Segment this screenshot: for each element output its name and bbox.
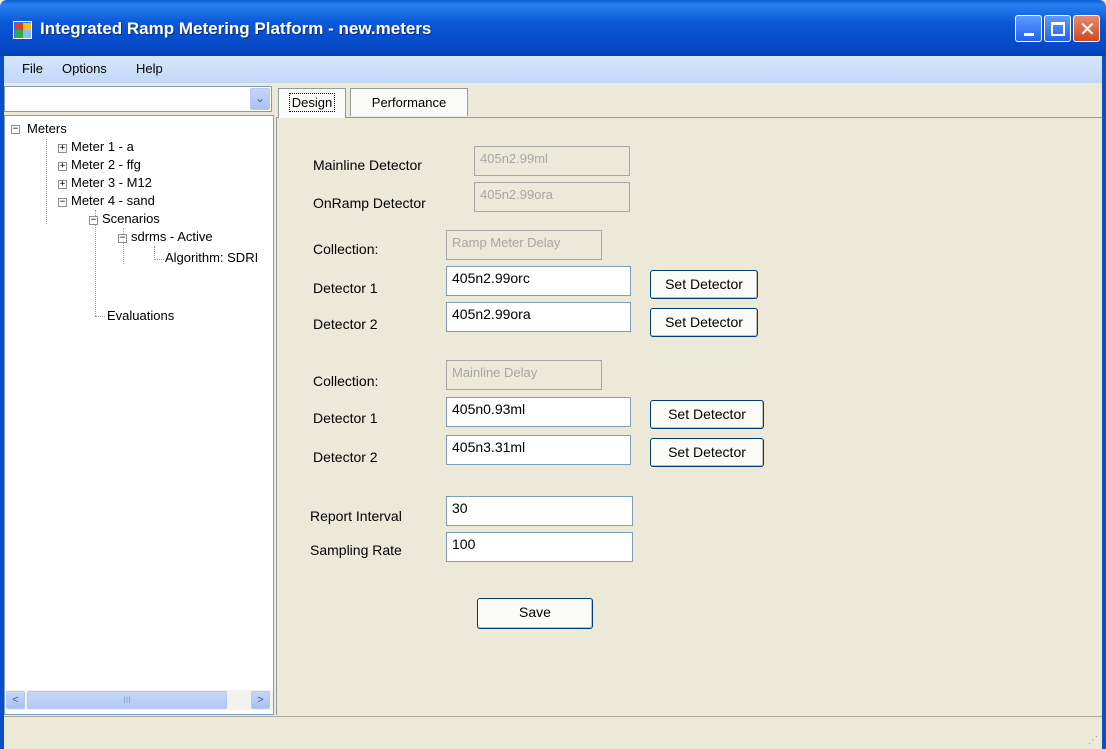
sampling-rate-input[interactable]: 100 bbox=[446, 532, 633, 562]
expand-icon[interactable]: + bbox=[58, 162, 67, 171]
menu-file[interactable]: File bbox=[22, 61, 43, 76]
tab-performance[interactable]: Performance bbox=[350, 88, 468, 116]
tree-node-scenario[interactable]: sdrms - Active bbox=[131, 229, 213, 244]
menu-options[interactable]: Options bbox=[62, 61, 107, 76]
expand-icon[interactable]: + bbox=[58, 144, 67, 153]
save-button[interactable]: Save bbox=[477, 598, 593, 629]
maximize-icon bbox=[1051, 22, 1065, 36]
sampling-rate-label: Sampling Rate bbox=[310, 542, 402, 558]
menu-bar: File Options Help bbox=[0, 56, 1106, 83]
collection-field: Mainline Delay bbox=[446, 360, 602, 390]
maximize-button[interactable] bbox=[1044, 15, 1071, 42]
tree-line bbox=[95, 210, 96, 316]
tab-performance-label: Performance bbox=[371, 95, 447, 110]
tree-line bbox=[154, 246, 155, 260]
mainline-detector-label: Mainline Detector bbox=[313, 157, 422, 173]
tree-node-meters[interactable]: Meters bbox=[27, 121, 67, 136]
collection-field: Ramp Meter Delay bbox=[446, 230, 602, 260]
combo-dropdown-button[interactable]: ⌄ bbox=[250, 88, 270, 110]
detector-1-label: Detector 1 bbox=[313, 280, 378, 296]
status-bar: ⋰ bbox=[4, 716, 1102, 749]
tab-panel-border bbox=[276, 117, 1102, 118]
detector-2-label: Detector 2 bbox=[313, 449, 378, 465]
tree-node-meter-2[interactable]: Meter 2 - ffg bbox=[71, 157, 141, 172]
collapse-icon[interactable]: − bbox=[118, 234, 127, 243]
resize-grip-icon[interactable]: ⋰ bbox=[1088, 735, 1098, 746]
scroll-left-icon[interactable]: < bbox=[6, 691, 25, 709]
tree-horizontal-scrollbar[interactable]: < III > bbox=[5, 690, 273, 710]
title-bar[interactable]: Integrated Ramp Metering Platform - new.… bbox=[0, 0, 1106, 56]
tree-node-scenarios[interactable]: Scenarios bbox=[102, 211, 160, 226]
set-detector-button[interactable]: Set Detector bbox=[650, 308, 758, 337]
detector-2-label: Detector 2 bbox=[313, 316, 378, 332]
minimize-icon bbox=[1024, 33, 1034, 36]
close-button[interactable]: ✕ bbox=[1073, 15, 1100, 42]
menu-help[interactable]: Help bbox=[136, 61, 163, 76]
collection-label: Collection: bbox=[313, 241, 379, 257]
tab-panel-border bbox=[276, 117, 277, 715]
tree-node-algorithm[interactable]: Algorithm: SDRI bbox=[165, 250, 258, 265]
onramp-detector-field: 405n2.99ora bbox=[474, 182, 630, 212]
tree-node-meter-3[interactable]: Meter 3 - M12 bbox=[71, 175, 152, 190]
collapse-icon[interactable]: − bbox=[89, 216, 98, 225]
tree-node-meter-4[interactable]: Meter 4 - sand bbox=[71, 193, 155, 208]
detector-1-label: Detector 1 bbox=[313, 410, 378, 426]
detector-2-input[interactable]: 405n2.99ora bbox=[446, 302, 631, 332]
detector-2-input[interactable]: 405n3.31ml bbox=[446, 435, 631, 465]
tree-line bbox=[46, 139, 47, 224]
tree-line bbox=[95, 316, 105, 317]
onramp-detector-label: OnRamp Detector bbox=[313, 195, 426, 211]
tree-node-meter-1[interactable]: Meter 1 - a bbox=[71, 139, 134, 154]
scroll-thumb[interactable]: III bbox=[27, 691, 227, 709]
minimize-button[interactable] bbox=[1015, 15, 1042, 42]
tree-line bbox=[154, 259, 164, 260]
set-detector-button[interactable]: Set Detector bbox=[650, 438, 764, 467]
mainline-detector-field: 405n2.99ml bbox=[474, 146, 630, 176]
meters-tree[interactable]: − Meters + Meter 1 - a + Meter 2 - ffg +… bbox=[4, 115, 274, 715]
tab-design-label: Design bbox=[288, 93, 336, 112]
tab-design[interactable]: Design bbox=[278, 88, 346, 118]
collection-label: Collection: bbox=[313, 373, 379, 389]
set-detector-button[interactable]: Set Detector bbox=[650, 400, 764, 429]
window-frame-right bbox=[1102, 83, 1106, 749]
meter-select-combo[interactable]: ⌄ bbox=[4, 86, 272, 112]
window-title: Integrated Ramp Metering Platform - new.… bbox=[40, 19, 432, 38]
expand-icon[interactable]: + bbox=[58, 180, 67, 189]
report-interval-label: Report Interval bbox=[310, 508, 402, 524]
tree-node-evaluations[interactable]: Evaluations bbox=[107, 308, 174, 323]
scroll-right-icon[interactable]: > bbox=[251, 691, 270, 709]
set-detector-button[interactable]: Set Detector bbox=[650, 270, 758, 299]
detector-1-input[interactable]: 405n2.99orc bbox=[446, 266, 631, 296]
report-interval-input[interactable]: 30 bbox=[446, 496, 633, 526]
chevron-down-icon: ⌄ bbox=[255, 91, 266, 105]
collapse-icon[interactable]: − bbox=[11, 125, 20, 134]
detector-1-input[interactable]: 405n0.93ml bbox=[446, 397, 631, 427]
collapse-icon[interactable]: − bbox=[58, 198, 67, 207]
close-icon: ✕ bbox=[1079, 17, 1096, 41]
app-icon bbox=[13, 21, 32, 39]
